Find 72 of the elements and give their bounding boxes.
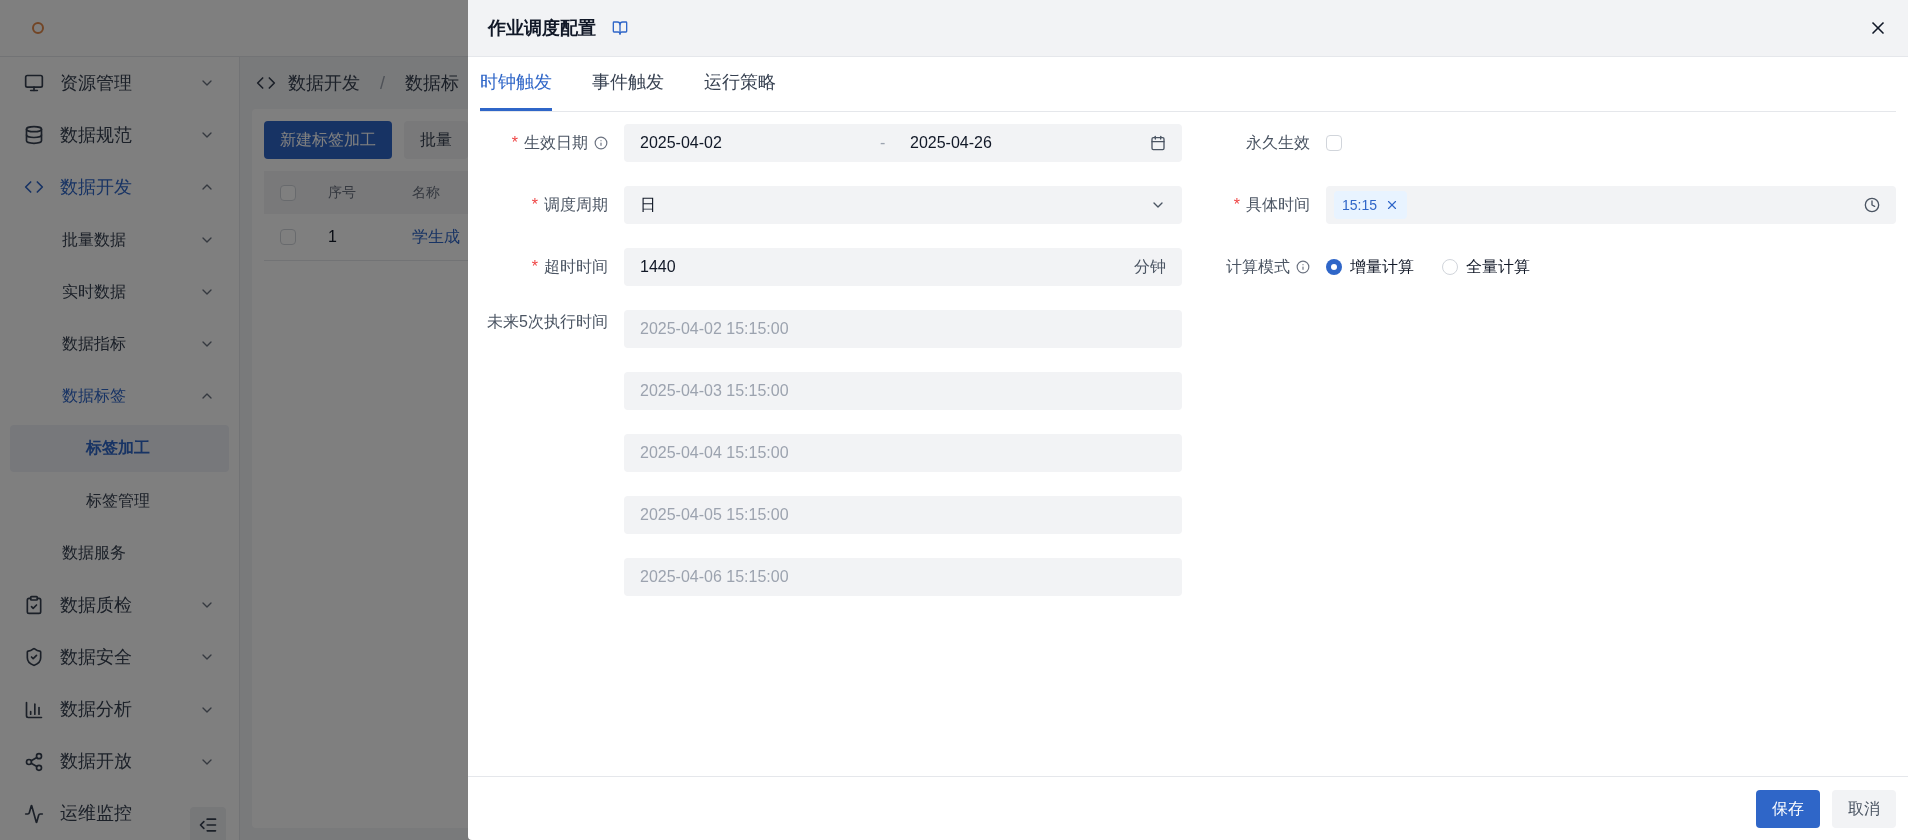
readonly-field: 2025-04-04 15:15:00	[624, 434, 1182, 472]
breadcrumb-item[interactable]: 数据开发	[288, 69, 360, 97]
field-label: 超时时间	[544, 257, 608, 277]
tab[interactable]: 运行策略	[704, 57, 776, 111]
checkbox[interactable]	[1326, 135, 1342, 151]
required-mark: *	[531, 195, 538, 215]
date-range-field[interactable]: 2025-04-02 - 2025-04-26	[624, 124, 1182, 162]
field-label: 生效日期	[524, 133, 588, 153]
sidebar-subitem[interactable]: 数据服务	[0, 526, 239, 580]
readonly-field: 2025-04-03 15:15:00	[624, 372, 1182, 410]
collapse-button[interactable]	[190, 807, 226, 840]
toolbar-button[interactable]: 批量	[404, 121, 468, 159]
radio-option[interactable]: 增量计算	[1326, 255, 1414, 279]
menu-icon	[24, 595, 44, 616]
drawer-title: 作业调度配置	[488, 16, 596, 40]
sidebar-item[interactable]: 数据开放	[0, 735, 239, 788]
readonly-field: 2025-04-02 15:15:00	[624, 310, 1182, 348]
breadcrumb-separator: /	[379, 71, 386, 95]
toolbar-button[interactable]: 新建标签加工	[264, 121, 392, 159]
field-label: 永久生效	[1246, 133, 1310, 153]
info-icon	[594, 136, 608, 150]
sidebar-subitem[interactable]: 数据标签	[0, 370, 239, 423]
time-field[interactable]: 15:15	[1326, 186, 1896, 224]
field-label: 调度周期	[544, 195, 608, 215]
required-mark: *	[531, 257, 538, 277]
end-date: 2025-04-26	[910, 133, 993, 153]
unit-suffix: 分钟	[1134, 257, 1166, 277]
save-button[interactable]: 保存	[1756, 789, 1820, 828]
sidebar-item[interactable]: 数据开发	[0, 161, 239, 214]
sidebar-item[interactable]: 资源管理	[0, 57, 239, 110]
book-icon[interactable]	[612, 20, 628, 36]
sidebar-subitem[interactable]: 批量数据	[0, 213, 239, 266]
collapse-icon	[198, 815, 218, 835]
required-mark: *	[1233, 195, 1240, 215]
sidebar-subitem[interactable]: 实时数据	[0, 265, 239, 318]
menu-icon	[24, 751, 44, 772]
tab[interactable]: 事件触发	[592, 57, 664, 111]
sidebar-subitem[interactable]: 标签管理	[10, 477, 229, 524]
input-field[interactable]: 1440 分钟	[624, 248, 1182, 286]
breadcrumb-item[interactable]: 数据标	[405, 69, 459, 97]
field-value: 1440	[640, 257, 677, 277]
select-field[interactable]: 日	[624, 186, 1182, 224]
cancel-button[interactable]: 取消	[1832, 789, 1896, 828]
info-icon	[1296, 260, 1310, 274]
sidebar-item[interactable]: 数据规范	[0, 109, 239, 162]
readonly-field: 2025-04-05 15:15:00	[624, 496, 1182, 534]
calendar-icon	[1150, 135, 1166, 151]
menu-icon	[24, 803, 44, 824]
field-label: 具体时间	[1246, 195, 1310, 215]
start-date: 2025-04-02	[640, 133, 723, 153]
sidebar-item[interactable]: 数据质检	[0, 579, 239, 632]
column-header: 序号	[328, 183, 357, 202]
field-label: 未来5次执行时间	[487, 312, 608, 332]
logo-icon	[32, 22, 44, 34]
sidebar-subitem[interactable]: 数据指标	[0, 317, 239, 371]
menu-icon	[24, 699, 44, 720]
clock-icon	[1864, 197, 1880, 213]
menu-icon	[24, 73, 44, 94]
sidebar-item[interactable]: 数据安全	[0, 631, 239, 684]
time-tag: 15:15	[1334, 191, 1408, 219]
readonly-field: 2025-04-06 15:15:00	[624, 558, 1182, 596]
required-mark: *	[511, 133, 518, 153]
menu-icon	[24, 647, 44, 668]
tab[interactable]: 时钟触发	[480, 57, 552, 111]
field-label: 计算模式	[1226, 257, 1290, 277]
radio-option[interactable]: 全量计算	[1442, 255, 1530, 279]
range-separator: -	[880, 133, 887, 153]
sidebar-subitem[interactable]: 标签加工	[10, 425, 229, 472]
menu-icon	[24, 125, 44, 146]
sidebar-item[interactable]: 数据分析	[0, 683, 239, 736]
column-header: 名称	[412, 183, 441, 202]
table-cell-text: 1	[328, 227, 338, 247]
